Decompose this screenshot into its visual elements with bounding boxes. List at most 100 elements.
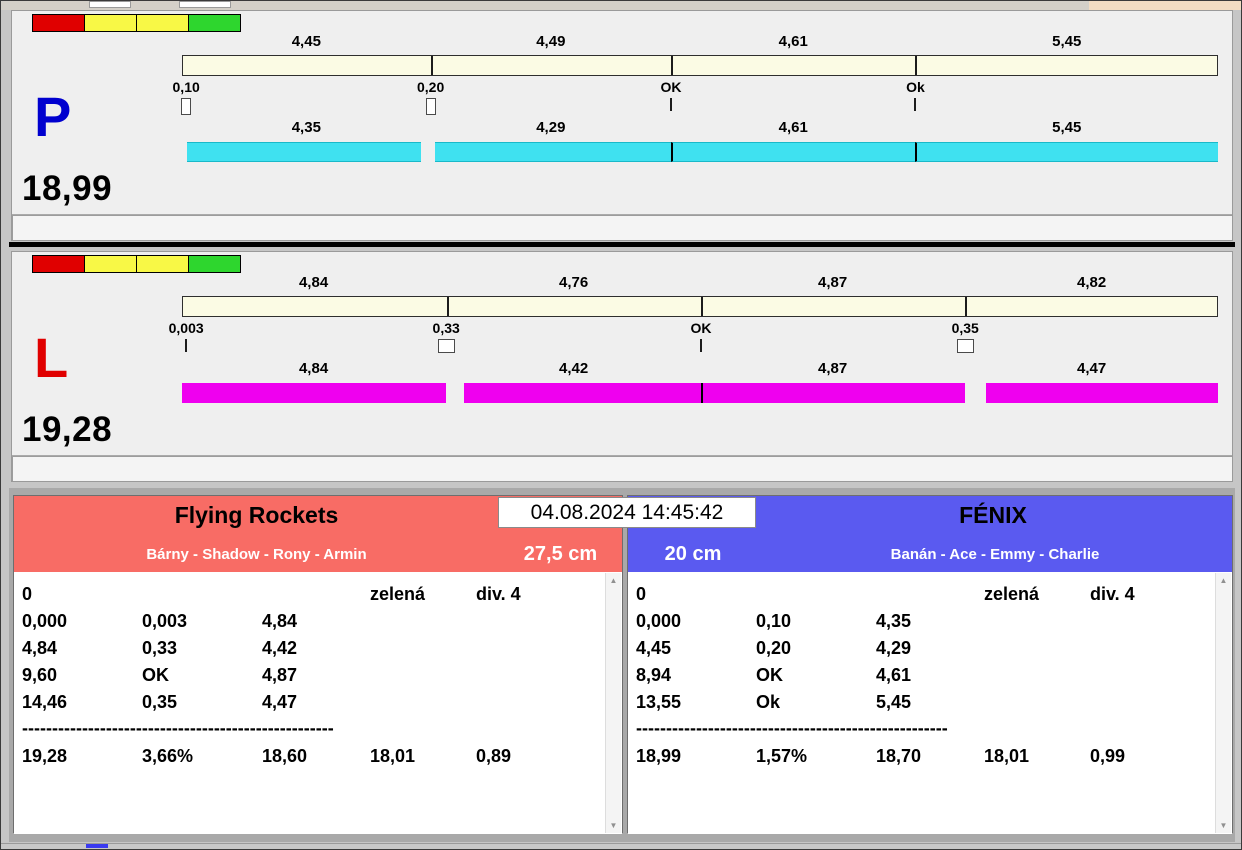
table-cell: 0,99 xyxy=(1090,746,1126,766)
crossing-marker: OK xyxy=(666,320,736,352)
team-panel-right: FÉNIX 20 cm Banán - Ace - Emmy - Charlie… xyxy=(627,495,1233,834)
table-cell: 4,87 xyxy=(262,665,298,685)
bar-segment xyxy=(463,383,702,403)
lane-panel-p: P 4,45 4,49 4,61 5,45 0,10 0,20 OK Ok 4,… xyxy=(11,10,1233,241)
window-tab[interactable] xyxy=(179,1,231,8)
panel-divider xyxy=(9,242,1235,247)
scrollbar[interactable]: ▲ ▼ xyxy=(1215,573,1231,833)
indicator-red xyxy=(32,255,85,273)
crossing-label: OK xyxy=(660,79,682,95)
scroll-down-icon[interactable]: ▼ xyxy=(606,818,621,833)
team-name: Flying Rockets xyxy=(174,502,339,528)
table-cell: 4,29 xyxy=(876,638,912,658)
window-tab[interactable] xyxy=(89,1,131,8)
bar-segment xyxy=(915,142,1218,162)
indicator-yellow-2 xyxy=(136,14,189,32)
fault-checkbox[interactable] xyxy=(181,98,192,115)
fault-checkbox[interactable] xyxy=(956,339,974,353)
scroll-up-icon[interactable]: ▲ xyxy=(606,573,621,588)
indicator-red xyxy=(32,14,85,32)
table-row: 9,60 OK 4,87 xyxy=(22,662,622,689)
scroll-up-icon[interactable]: ▲ xyxy=(1216,573,1231,588)
crossing-marker: Ok xyxy=(880,79,950,111)
table-cell: 19,28 xyxy=(22,746,68,766)
fault-checkbox[interactable] xyxy=(425,98,436,115)
table-cell: 0,000 xyxy=(22,611,68,631)
scrollbar[interactable]: ▲ ▼ xyxy=(605,573,621,833)
table-cell: 18,01 xyxy=(984,746,1030,766)
bar-divider xyxy=(431,56,434,75)
bar-divider xyxy=(671,56,674,75)
split-time: 4,61 xyxy=(778,119,808,136)
crossing-label: Ok xyxy=(906,79,925,95)
table-cell: 4,42 xyxy=(262,638,298,658)
table-separator: ----------------------------------------… xyxy=(636,718,948,738)
crossing-label: 0,33 xyxy=(432,320,460,336)
results-text-area: 0 zelená div. 4 0,000 0,003 4,84 4,84 0,… xyxy=(14,572,622,834)
table-cell: 18,70 xyxy=(876,746,922,766)
split-time: 4,47 xyxy=(1076,360,1107,377)
desktop-corner xyxy=(1089,1,1241,10)
lane-panel-l: L 4,84 4,76 4,87 4,82 0,003 0,33 OK 0,35… xyxy=(11,251,1233,482)
split-time: 4,84 xyxy=(298,360,329,377)
table-cell: 14,46 xyxy=(22,692,68,712)
indicator-green xyxy=(188,14,241,32)
table-row: 4,84 0,33 4,42 xyxy=(22,635,622,662)
indicator-yellow-1 xyxy=(84,255,137,273)
fault-checkbox[interactable] xyxy=(437,339,455,353)
table-totals-row: 19,28 3,66% 18,60 18,01 0,89 xyxy=(22,743,622,770)
table-cell: 4,47 xyxy=(262,692,298,712)
taskbar-item[interactable] xyxy=(86,844,108,848)
dog-names: Bárny - Shadow - Rony - Armin xyxy=(146,545,367,563)
table-cell: 4,35 xyxy=(876,611,912,631)
table-header-row: 0 zelená div. 4 xyxy=(636,581,1232,608)
tick-mark xyxy=(914,98,917,111)
table-row: 4,45 0,20 4,29 xyxy=(636,635,1232,662)
top-chrome-strip xyxy=(1,1,1241,10)
crossing-marker: 0,003 xyxy=(151,320,221,352)
table-cell: 9,60 xyxy=(22,665,58,685)
results-text-area: 0 zelená div. 4 0,000 0,10 4,35 4,45 0,2… xyxy=(628,572,1232,834)
lane-total-time: 19,28 xyxy=(22,410,113,449)
table-cell: 0,20 xyxy=(756,638,792,658)
table-cell: 4,84 xyxy=(262,611,298,631)
crossing-marker: 0,20 xyxy=(396,79,466,115)
table-cell: zelená xyxy=(370,584,426,604)
table-cell: 4,61 xyxy=(876,665,912,685)
split-time: 4,76 xyxy=(558,274,589,291)
table-cell: 0,10 xyxy=(756,611,792,631)
split-time: 4,45 xyxy=(291,33,321,50)
split-time: 4,87 xyxy=(817,360,848,377)
split-times-top: 4,45 4,49 4,61 5,45 xyxy=(182,33,1218,51)
bar-segment xyxy=(182,383,447,403)
bar-segment xyxy=(187,142,422,162)
table-row: 8,94 OK 4,61 xyxy=(636,662,1232,689)
table-cell xyxy=(876,581,984,608)
time-bar-top xyxy=(182,55,1218,76)
indicator-green xyxy=(188,255,241,273)
table-cell: 18,01 xyxy=(370,746,416,766)
bar-divider xyxy=(446,297,449,316)
split-time: 4,35 xyxy=(291,119,321,136)
split-times-bottom: 4,35 4,29 4,61 5,45 xyxy=(182,119,1218,137)
table-cell: 0,000 xyxy=(636,611,682,631)
split-time: 5,45 xyxy=(1052,119,1082,136)
table-cell xyxy=(756,581,876,608)
crossing-marker: 0,10 xyxy=(151,79,221,115)
bar-divider xyxy=(964,297,967,316)
table-cell: 3,66% xyxy=(142,746,194,766)
split-time: 4,61 xyxy=(778,33,808,50)
table-row: 0,000 0,10 4,35 xyxy=(636,608,1232,635)
split-time: 4,84 xyxy=(298,274,329,291)
timing-track: 4,45 4,49 4,61 5,45 0,10 0,20 OK Ok 4,35… xyxy=(173,33,1218,193)
team-panel-left: Flying Rockets Bárny - Shadow - Rony - A… xyxy=(13,495,623,834)
table-cell: OK xyxy=(756,665,783,685)
crossing-label: 0,35 xyxy=(951,320,979,336)
time-bar-bottom xyxy=(182,142,1218,162)
scroll-down-icon[interactable]: ▼ xyxy=(1216,818,1231,833)
split-times-bottom: 4,84 4,42 4,87 4,47 xyxy=(182,360,1218,378)
table-cell: 0 xyxy=(22,584,33,604)
bar-segment xyxy=(434,142,671,162)
table-cell: 0,003 xyxy=(142,611,188,631)
table-cell: 8,94 xyxy=(636,665,672,685)
